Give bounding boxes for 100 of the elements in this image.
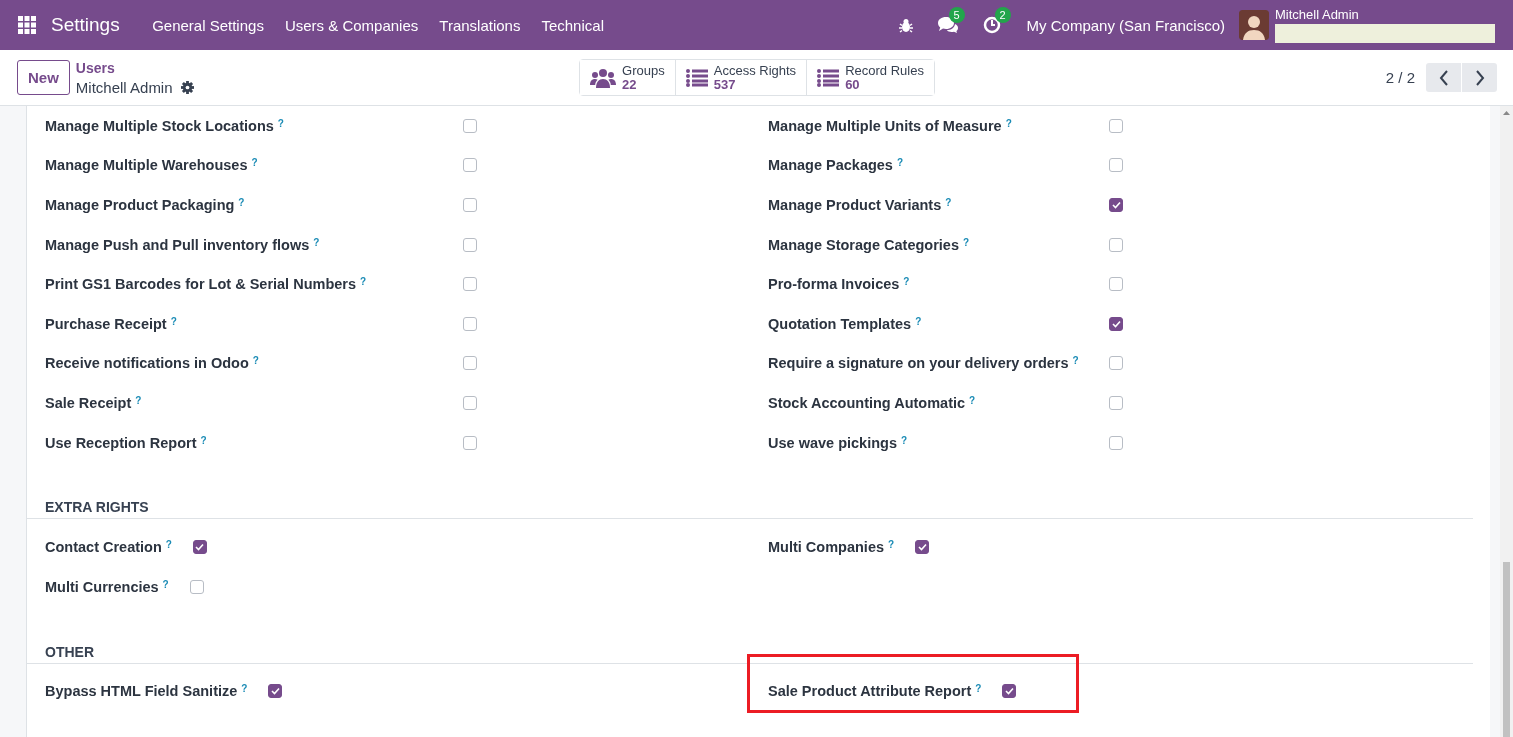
- chevron-left-icon: [1438, 69, 1449, 86]
- help-tooltip-mark[interactable]: ?: [963, 236, 970, 253]
- checkbox[interactable]: [1109, 435, 1123, 450]
- field-label: Use wave pickings: [768, 434, 897, 451]
- field-label: Multi Companies: [768, 539, 884, 556]
- company-switcher[interactable]: My Company (San Francisco): [1026, 16, 1225, 34]
- stat-button[interactable]: Record Rules 60: [806, 60, 934, 95]
- settings-icon[interactable]: [180, 80, 194, 94]
- checkbox[interactable]: [463, 395, 477, 410]
- help-tooltip-mark[interactable]: ?: [896, 157, 904, 174]
- people-icon: [590, 67, 617, 88]
- help-tooltip-mark[interactable]: ?: [1072, 355, 1079, 372]
- app-title[interactable]: Settings: [51, 14, 120, 36]
- field-label: Manage Product Packaging: [45, 197, 235, 213]
- checkbox[interactable]: [463, 158, 477, 173]
- bug-icon[interactable]: [898, 17, 913, 33]
- checkbox[interactable]: [463, 435, 477, 450]
- user-name[interactable]: Mitchell Admin: [1275, 7, 1495, 22]
- help-tooltip-mark[interactable]: ?: [162, 578, 169, 595]
- help-tooltip-mark[interactable]: ?: [915, 315, 922, 332]
- help-tooltip-mark[interactable]: ?: [313, 236, 320, 253]
- checkbox[interactable]: [268, 684, 283, 699]
- avatar-icon[interactable]: [1239, 10, 1269, 40]
- help-tooltip-mark[interactable]: ?: [900, 434, 908, 451]
- checkbox[interactable]: [463, 118, 477, 133]
- section-heading: OTHER: [27, 641, 1473, 664]
- help-tooltip-mark[interactable]: ?: [888, 539, 895, 556]
- caret-up-icon[interactable]: [1503, 109, 1510, 115]
- help-tooltip-mark[interactable]: ?: [135, 394, 142, 411]
- help-tooltip-mark[interactable]: ?: [975, 683, 982, 700]
- field-label: Print GS1 Barcodes for Lot & Serial Numbers: [45, 276, 357, 293]
- field-label: Receive notifications in Odoo: [45, 355, 249, 372]
- help-tooltip-mark[interactable]: ?: [200, 434, 207, 451]
- breadcrumb-link[interactable]: Users: [75, 58, 194, 78]
- section-heading: EXTRA RIGHTS: [27, 497, 1473, 520]
- help-tooltip-mark[interactable]: ?: [360, 276, 367, 293]
- help-tooltip-mark[interactable]: ?: [170, 315, 177, 332]
- field-label: Manage Multiple Warehouses: [45, 157, 248, 174]
- checkbox[interactable]: [1109, 158, 1123, 173]
- message-count-badge: 5: [948, 7, 965, 23]
- next-button[interactable]: [1462, 63, 1497, 92]
- field-label: Bypass HTML Field Sanitize: [45, 683, 238, 700]
- field-label: Manage Packages: [768, 157, 893, 174]
- field-label: Sale Product Attribute Report: [768, 683, 972, 700]
- new-button[interactable]: New: [17, 60, 70, 95]
- checkbox[interactable]: [1109, 198, 1123, 212]
- checkbox[interactable]: [192, 540, 207, 555]
- field-label: Manage Multiple Units of Measure: [768, 117, 1002, 134]
- help-tooltip-mark[interactable]: ?: [945, 197, 952, 213]
- record-name: Mitchell Admin: [75, 77, 173, 97]
- checkbox[interactable]: [1109, 316, 1123, 331]
- menu-item[interactable]: Technical: [530, 16, 615, 34]
- chevron-right-icon: [1474, 69, 1485, 86]
- pager-counter: 2 / 2: [1385, 69, 1415, 86]
- scrollbar[interactable]: [1500, 106, 1513, 737]
- field-label: Manage Product Variants: [768, 197, 942, 213]
- checkbox[interactable]: [463, 237, 477, 252]
- field-label: Use Reception Report: [45, 434, 197, 451]
- checkbox[interactable]: [1109, 237, 1123, 252]
- help-tooltip-mark[interactable]: ?: [252, 355, 259, 372]
- field-label: Purchase Receipt: [45, 315, 167, 332]
- checkbox[interactable]: [1002, 684, 1017, 699]
- checkbox[interactable]: [1109, 356, 1123, 371]
- field-label: Quotation Templates: [768, 315, 912, 332]
- list-icon: [685, 68, 708, 87]
- checkbox[interactable]: [1109, 395, 1123, 410]
- checkbox[interactable]: [463, 316, 477, 331]
- help-tooltip-mark[interactable]: ?: [1005, 117, 1012, 134]
- field-label: Manage Storage Categories: [768, 236, 959, 253]
- menu-item[interactable]: Translations: [428, 16, 531, 34]
- menu-item[interactable]: General Settings: [141, 16, 275, 34]
- field-label: Pro-forma Invoices: [768, 276, 900, 293]
- field-label: Manage Push and Pull inventory flows: [45, 236, 310, 253]
- help-tooltip-mark[interactable]: ?: [241, 683, 248, 700]
- scrollbar-thumb[interactable]: [1503, 562, 1510, 737]
- checkbox[interactable]: [915, 540, 930, 555]
- help-tooltip-mark[interactable]: ?: [903, 276, 910, 293]
- field-label: Multi Currencies: [45, 578, 159, 595]
- help-tooltip-mark[interactable]: ?: [165, 539, 172, 556]
- checkbox[interactable]: [1109, 118, 1123, 133]
- checkbox[interactable]: [463, 356, 477, 371]
- activity-count-badge: 2: [994, 7, 1011, 23]
- checkbox[interactable]: [189, 579, 204, 594]
- field-label: Manage Multiple Stock Locations: [45, 117, 274, 134]
- checkbox[interactable]: [1109, 277, 1123, 292]
- previous-button[interactable]: [1426, 63, 1461, 92]
- menu-item[interactable]: Users & Companies: [274, 16, 429, 34]
- field-label: Contact Creation: [45, 539, 162, 556]
- field-label: Require a signature on your delivery orders: [768, 355, 1069, 372]
- field-label: Stock Accounting Automatic: [768, 394, 966, 411]
- help-tooltip-mark[interactable]: ?: [238, 197, 245, 213]
- checkbox[interactable]: [463, 198, 477, 212]
- checkbox[interactable]: [463, 277, 477, 292]
- field-label: Sale Receipt: [45, 394, 132, 411]
- help-tooltip-mark[interactable]: ?: [251, 157, 258, 174]
- clock-icon[interactable]: [982, 16, 1001, 34]
- help-tooltip-mark[interactable]: ?: [969, 394, 976, 411]
- list-icon: [817, 68, 840, 87]
- apps-menu-icon[interactable]: [18, 16, 36, 34]
- help-tooltip-mark[interactable]: ?: [277, 117, 284, 134]
